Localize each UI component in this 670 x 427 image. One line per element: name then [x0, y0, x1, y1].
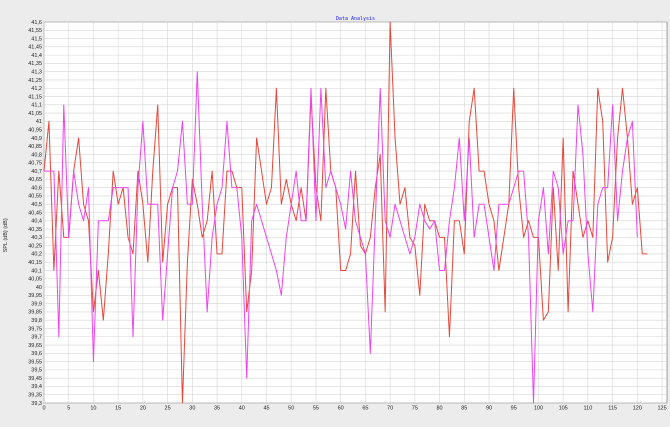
- x-tick-label: 40: [239, 406, 245, 412]
- line-chart: 39,3 39,35 39,4 39,45 39,5 39,55 39,6 39,65 39,7…: [0, 0, 670, 427]
- x-tick-label: 115: [608, 406, 617, 412]
- y-tick-label: 41,55: [28, 28, 42, 34]
- y-tick-label: 39,75: [28, 326, 42, 332]
- x-tick-label: 50: [288, 406, 294, 412]
- x-tick-label: 0: [42, 406, 45, 412]
- x-tick-label: 65: [362, 406, 368, 412]
- x-tick-label: 10: [90, 406, 96, 412]
- y-tick-label: 39,65: [28, 343, 42, 349]
- y-tick-label: 40: [36, 285, 42, 291]
- y-tick-label: 39,5: [31, 368, 42, 374]
- y-tick-label: 39,4: [31, 384, 42, 390]
- chart-title: Data Analysis: [336, 16, 375, 22]
- y-tick-label: 39,9: [31, 301, 42, 307]
- x-tick-label: 35: [214, 406, 220, 412]
- y-tick-label: 39,8: [31, 318, 42, 324]
- x-tick-label: 20: [140, 406, 146, 412]
- y-tick-label: 39,3: [31, 401, 42, 407]
- y-tick-label: 40,65: [28, 177, 42, 183]
- y-tick-label: 41,3: [31, 69, 42, 75]
- y-tick-label: 40,75: [28, 161, 42, 167]
- y-axis-ticks: 39,3 39,35 39,4 39,45 39,5 39,55 39,6 39,65 39,7…: [28, 20, 42, 407]
- y-tick-label: 41,25: [28, 78, 42, 84]
- y-tick-label: 39,95: [28, 293, 42, 299]
- y-tick-label: 40,45: [28, 210, 42, 216]
- x-tick-label: 90: [486, 406, 492, 412]
- y-tick-label: 41,45: [28, 45, 42, 51]
- y-tick-label: 40,95: [28, 127, 42, 133]
- y-tick-label: 40,15: [28, 260, 42, 266]
- x-tick-label: 5: [67, 406, 70, 412]
- y-tick-label: 40,05: [28, 277, 42, 283]
- y-tick-label: 40,6: [31, 185, 42, 191]
- y-tick-label: 39,55: [28, 359, 42, 365]
- y-tick-label: 39,7: [31, 335, 42, 341]
- y-tick-label: 41,5: [31, 36, 42, 42]
- x-tick-label: 110: [583, 406, 592, 412]
- y-tick-label: 41: [36, 119, 42, 125]
- y-tick-label: 40,25: [28, 243, 42, 249]
- y-tick-label: 40,4: [31, 219, 42, 225]
- x-tick-label: 45: [263, 406, 269, 412]
- y-tick-label: 40,8: [31, 152, 42, 158]
- x-tick-label: 15: [115, 406, 121, 412]
- x-tick-label: 60: [338, 406, 344, 412]
- x-tick-label: 55: [313, 406, 319, 412]
- y-tick-label: 40,9: [31, 136, 42, 142]
- x-tick-label: 80: [436, 406, 442, 412]
- y-tick-label: 40,55: [28, 194, 42, 200]
- x-tick-label: 100: [534, 406, 543, 412]
- y-tick-label: 40,7: [31, 169, 42, 175]
- x-tick-label: 75: [412, 406, 418, 412]
- y-tick-label: 40,3: [31, 235, 42, 241]
- y-tick-label: 39,85: [28, 310, 42, 316]
- y-tick-label: 40,1: [31, 268, 42, 274]
- x-tick-label: 70: [387, 406, 393, 412]
- y-tick-label: 40,85: [28, 144, 42, 150]
- x-tick-label: 95: [511, 406, 517, 412]
- x-tick-label: 120: [633, 406, 642, 412]
- y-tick-label: 41,2: [31, 86, 42, 92]
- y-tick-label: 40,35: [28, 227, 42, 233]
- x-tick-label: 30: [189, 406, 195, 412]
- y-tick-label: 40,2: [31, 252, 42, 258]
- x-tick-label: 25: [165, 406, 171, 412]
- y-axis-label: SPL (dB) (dB): [3, 218, 9, 252]
- x-tick-label: 105: [559, 406, 568, 412]
- x-tick-label: 85: [461, 406, 467, 412]
- y-tick-label: 40,5: [31, 202, 42, 208]
- y-tick-label: 41,4: [31, 53, 42, 59]
- y-tick-label: 41,6: [31, 20, 42, 26]
- x-tick-label: 125: [657, 406, 666, 412]
- y-tick-label: 41,15: [28, 94, 42, 100]
- y-tick-label: 41,05: [28, 111, 42, 117]
- y-tick-label: 41,1: [31, 103, 42, 109]
- y-tick-label: 39,45: [28, 376, 42, 382]
- y-tick-label: 39,6: [31, 351, 42, 357]
- y-tick-label: 39,35: [28, 393, 42, 399]
- y-tick-label: 41,35: [28, 61, 42, 67]
